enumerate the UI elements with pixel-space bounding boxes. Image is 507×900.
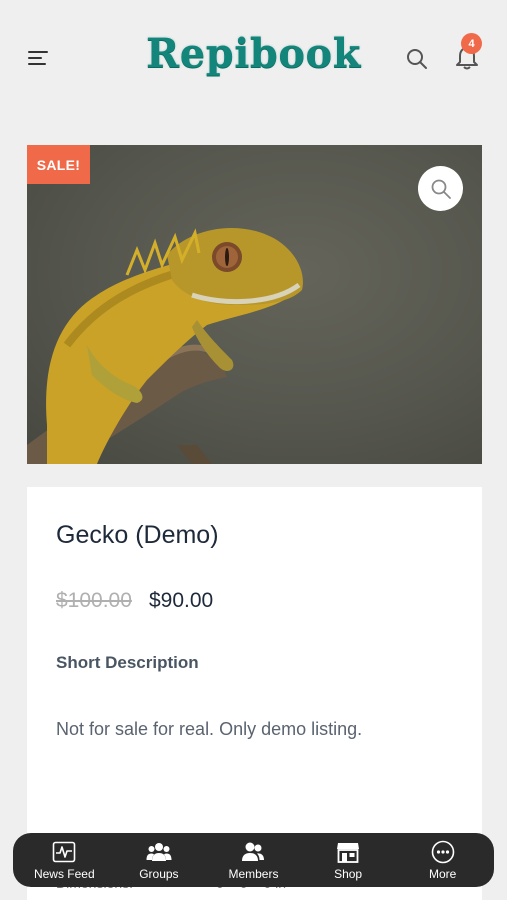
nav-news-feed-label: News Feed [33,866,95,881]
nav-groups-label: Groups [139,866,179,881]
activity-icon [51,840,77,864]
search-icon[interactable] [405,47,429,71]
nav-shop[interactable]: Shop [302,833,394,887]
notification-count-badge: 4 [461,33,482,54]
groups-icon [146,840,172,864]
zoom-icon [431,179,451,199]
short-description-heading: Short Description [56,653,199,672]
image-zoom-button[interactable] [418,166,463,211]
top-header: Repibook 4 [0,0,507,118]
nav-more-label: More [429,866,457,881]
nav-members[interactable]: Members [207,833,299,887]
more-icon [430,840,456,864]
product-title: Gecko (Demo) [56,521,219,549]
nav-members-label: Members [228,866,279,881]
sale-price: $90.00 [149,589,214,612]
site-logo[interactable]: Repibook [0,30,507,77]
nav-groups[interactable]: Groups [113,833,205,887]
nav-shop-label: Shop [334,866,363,881]
short-description-text: Not for sale for real. Only demo listing… [56,719,363,739]
bottom-navigation: News Feed Groups Members Shop More [13,833,494,887]
original-price: $100.00 [56,589,132,612]
shop-icon [335,840,361,864]
sale-badge: SALE! [27,145,90,184]
nav-news-feed[interactable]: News Feed [18,833,110,887]
nav-more[interactable]: More [397,833,489,887]
members-icon [240,840,266,864]
product-image[interactable] [27,145,482,464]
